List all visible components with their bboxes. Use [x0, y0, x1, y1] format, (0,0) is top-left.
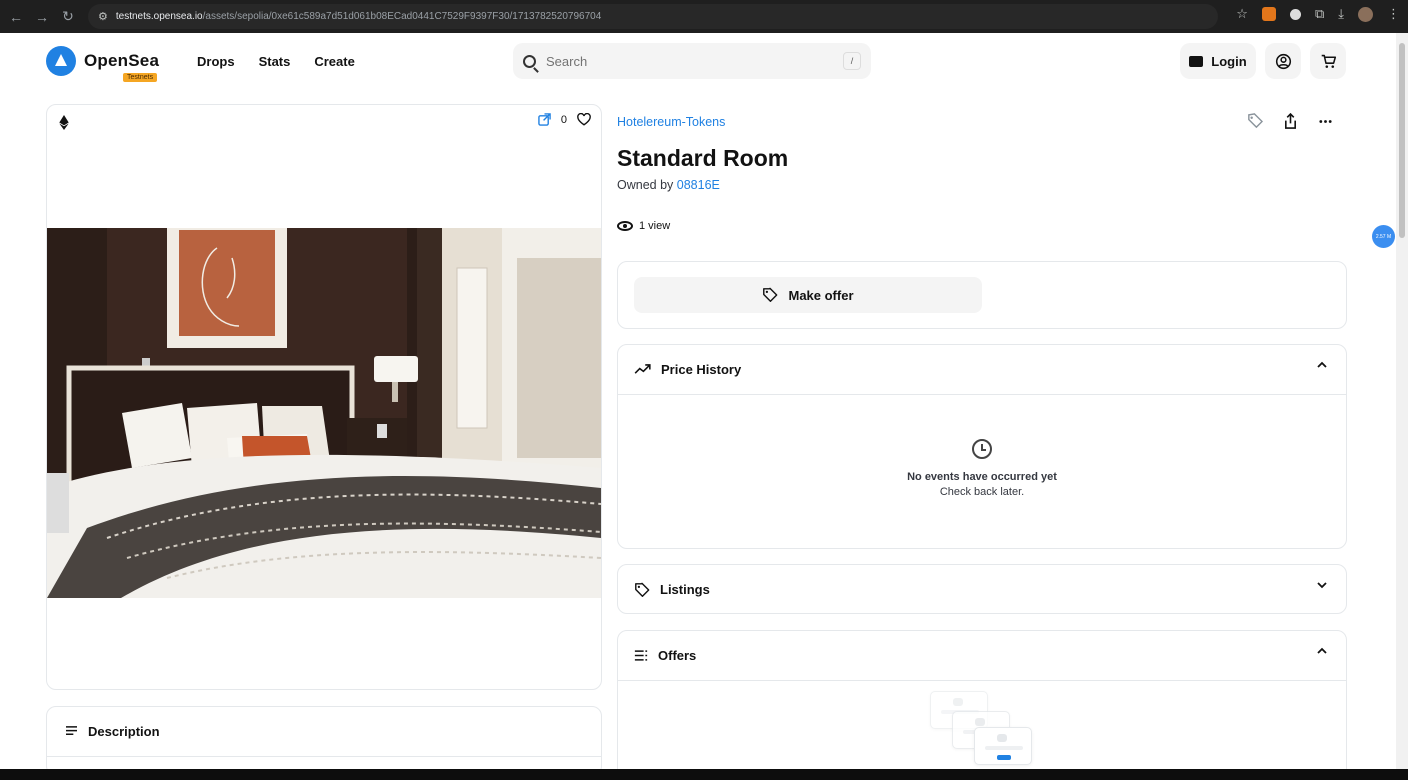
offers-empty-illustration — [930, 691, 1034, 769]
chevron-up-icon[interactable] — [1316, 361, 1328, 369]
view-count-text: 1 view — [639, 220, 671, 232]
empty-subtitle: Check back later. — [939, 486, 1025, 498]
bookmark-star-icon[interactable]: ☆ — [1236, 6, 1248, 22]
description-header[interactable]: Description — [47, 707, 601, 757]
site-settings-icon[interactable]: ⚙ — [98, 10, 108, 23]
account-button[interactable] — [1265, 43, 1301, 79]
extensions-puzzle-icon[interactable]: ⧉ — [1315, 6, 1324, 22]
tag-icon — [635, 582, 650, 597]
description-panel[interactable]: Description — [46, 706, 602, 769]
image-toolbar: 0 — [538, 113, 591, 126]
asset-image-card: 0 — [46, 104, 602, 690]
wallet-icon — [1189, 55, 1204, 67]
browser-extensions: ☆ ⧉ ⤓ ⋮ — [1236, 6, 1400, 22]
make-offer-button[interactable]: Make offer — [634, 277, 982, 313]
floating-extension-badge[interactable]: 2.57 M — [1372, 225, 1395, 248]
extension-icon[interactable] — [1289, 8, 1301, 20]
price-history-panel: Price History No events have occurred ye… — [617, 344, 1347, 549]
share-icon[interactable] — [1283, 113, 1298, 130]
reload-icon[interactable]: ↻ — [60, 8, 76, 25]
opensea-logo-icon — [46, 46, 76, 76]
empty-title: No events have occurred yet — [907, 471, 1057, 483]
listings-panel[interactable]: Listings — [617, 564, 1347, 614]
nav-drops[interactable]: Drops — [197, 54, 235, 69]
search-shortcut-key: / — [843, 52, 861, 70]
login-button[interactable]: Login — [1180, 43, 1256, 79]
download-icon[interactable]: ⤓ — [1338, 6, 1344, 22]
asset-actions — [1246, 113, 1333, 130]
offer-card: Make offer — [617, 261, 1347, 329]
price-history-body: No events have occurred yet Check back l… — [618, 394, 1346, 548]
offers-header[interactable]: Offers — [618, 631, 1346, 680]
browser-menu-icon[interactable]: ⋮ — [1387, 6, 1400, 22]
asset-title: Standard Room — [617, 145, 789, 171]
owned-by: Owned by 08816E — [617, 178, 720, 192]
opensea-logo[interactable]: OpenSea — [46, 46, 159, 76]
forward-icon[interactable]: → — [34, 9, 50, 25]
price-history-empty: No events have occurred yet Check back l… — [618, 395, 1346, 498]
scrollbar-thumb[interactable] — [1399, 43, 1405, 238]
trend-line-icon — [634, 364, 651, 374]
browser-toolbar: ← → ↻ ⚙ testnets.opensea.io/assets/sepol… — [0, 0, 1408, 33]
price-history-title: Price History — [661, 362, 742, 377]
external-link-icon[interactable] — [538, 113, 551, 126]
nav-create[interactable]: Create — [314, 54, 354, 69]
logo-text: OpenSea — [84, 51, 160, 70]
taskbar-strip — [0, 769, 1408, 780]
back-icon[interactable]: ← — [8, 9, 24, 25]
page-scrollbar[interactable] — [1396, 33, 1408, 769]
browser-nav: ← → ↻ — [0, 8, 76, 25]
ethereum-icon — [59, 115, 69, 130]
description-title: Description — [88, 724, 160, 739]
more-options-icon[interactable] — [1318, 113, 1333, 130]
owned-by-label: Owned by — [617, 178, 674, 192]
make-offer-label: Make offer — [788, 287, 854, 303]
listings-header[interactable]: Listings — [618, 565, 1346, 614]
offers-panel: Offers — [617, 630, 1347, 769]
address-bar[interactable]: ⚙ testnets.opensea.io/assets/sepolia/0xe… — [88, 4, 1218, 29]
clock-icon — [972, 439, 992, 459]
account-icon — [1275, 53, 1291, 69]
main-nav: Drops Stats Create — [197, 54, 355, 69]
list-icon — [634, 650, 648, 661]
tag-stack-icon[interactable] — [1246, 113, 1263, 130]
cart-icon — [1321, 54, 1336, 68]
page: OpenSea Testnets Drops Stats Create Sear… — [0, 33, 1396, 769]
metamask-icon[interactable] — [1261, 7, 1276, 21]
chevron-down-icon[interactable] — [1316, 581, 1328, 589]
url-host: testnets.opensea.io — [115, 11, 203, 22]
search-input[interactable]: Search / — [513, 43, 871, 79]
price-history-header[interactable]: Price History — [618, 345, 1346, 394]
login-label: Login — [1211, 53, 1247, 69]
asset-photo[interactable] — [47, 228, 601, 598]
eye-icon — [617, 221, 633, 231]
profile-avatar[interactable] — [1358, 6, 1373, 22]
search-icon — [523, 54, 536, 68]
favorites-count: 0 — [560, 113, 567, 126]
testnets-badge: Testnets — [123, 73, 158, 82]
offers-title: Offers — [658, 648, 697, 663]
tag-icon — [763, 287, 778, 302]
chevron-up-icon[interactable] — [1316, 647, 1328, 655]
listings-title: Listings — [660, 582, 710, 597]
heart-icon[interactable] — [577, 113, 591, 126]
offer-card-illus — [974, 727, 1032, 765]
hotel-room-image — [47, 228, 601, 598]
text-lines-icon — [66, 726, 77, 735]
site-header: OpenSea Testnets Drops Stats Create Sear… — [0, 33, 1396, 91]
cart-button[interactable] — [1310, 43, 1346, 79]
view-count: 1 view — [617, 220, 670, 232]
owner-link[interactable]: 08816E — [677, 178, 720, 192]
nav-stats[interactable]: Stats — [259, 54, 291, 69]
url-path: /assets/sepolia/0xe61c589a7d51d061b08ECa… — [202, 11, 602, 22]
search-placeholder: Search — [546, 53, 588, 69]
offers-body — [618, 680, 1346, 769]
collection-link[interactable]: Hotelereum-Tokens — [617, 115, 725, 129]
